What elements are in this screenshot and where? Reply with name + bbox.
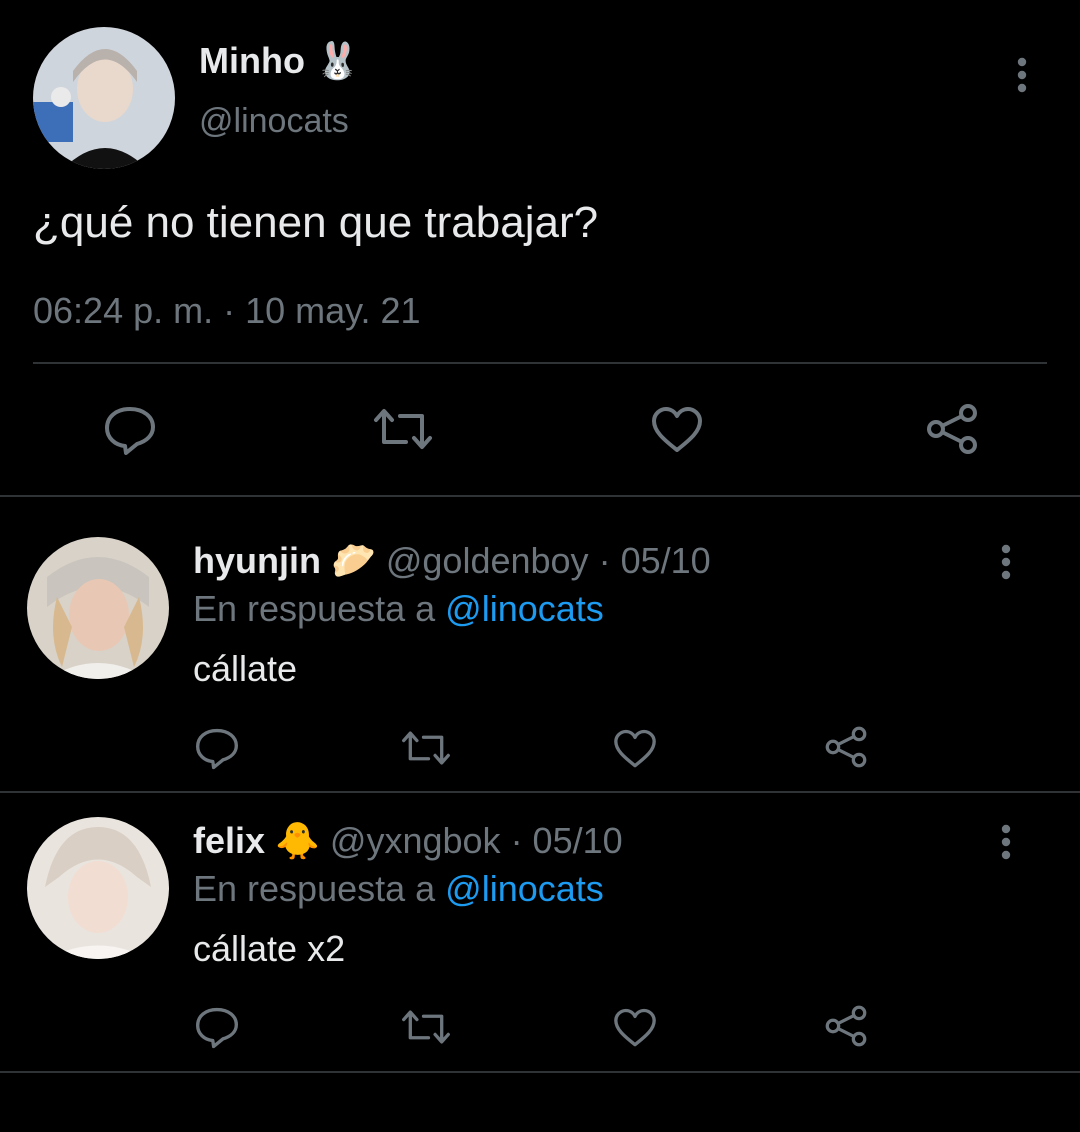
bunny-emoji: 🐰 bbox=[314, 40, 360, 81]
divider bbox=[33, 362, 1047, 364]
retweet-icon bbox=[402, 731, 450, 765]
more-options-button[interactable] bbox=[986, 542, 1026, 582]
like-icon bbox=[614, 1008, 656, 1047]
retweet-button[interactable] bbox=[400, 1008, 452, 1046]
reply-to-link[interactable]: @linocats bbox=[445, 588, 604, 629]
handle[interactable]: @yxngbok bbox=[330, 820, 501, 861]
divider bbox=[0, 1071, 1080, 1073]
reply-icon bbox=[105, 407, 155, 455]
retweet-icon bbox=[402, 1010, 450, 1044]
more-icon bbox=[1001, 824, 1011, 860]
reply-button[interactable] bbox=[104, 406, 156, 456]
like-button[interactable] bbox=[613, 729, 657, 769]
reply-prefix: En respuesta a bbox=[193, 868, 436, 909]
reply-context: En respuesta a @linocats bbox=[193, 588, 604, 630]
display-name-text[interactable]: Minho bbox=[199, 40, 305, 81]
avatar-felix[interactable] bbox=[27, 817, 169, 959]
reply-date[interactable]: · 05/10 bbox=[599, 540, 711, 581]
reply-header: felix 🐥 @yxngbok · 05/10 bbox=[193, 820, 623, 862]
handle[interactable]: @linocats bbox=[199, 102, 349, 141]
avatar-hyunjin[interactable] bbox=[27, 537, 169, 679]
reply-date[interactable]: · 05/10 bbox=[511, 820, 623, 861]
retweet-button[interactable] bbox=[400, 729, 452, 767]
tweet-text: ¿qué no tienen que trabajar? bbox=[33, 198, 599, 247]
display-name[interactable]: Minho 🐰 bbox=[199, 40, 360, 82]
like-button[interactable] bbox=[613, 1008, 657, 1048]
reply-text: cállate x2 bbox=[193, 928, 346, 969]
dumpling-emoji: 🥟 bbox=[331, 540, 376, 581]
chick-emoji: 🐥 bbox=[275, 820, 320, 861]
reply-to-link[interactable]: @linocats bbox=[445, 868, 604, 909]
more-icon bbox=[1001, 544, 1011, 580]
more-options-button[interactable] bbox=[986, 822, 1026, 862]
share-button[interactable] bbox=[823, 725, 869, 769]
reply-icon bbox=[196, 1007, 238, 1049]
like-icon bbox=[652, 407, 702, 452]
reply-text: cállate bbox=[193, 648, 298, 689]
reply-button[interactable] bbox=[195, 1007, 239, 1049]
reply-button[interactable] bbox=[195, 728, 239, 770]
avatar-minho[interactable] bbox=[33, 27, 175, 169]
share-icon bbox=[927, 404, 977, 454]
handle[interactable]: @goldenboy bbox=[386, 540, 589, 581]
divider bbox=[0, 495, 1080, 497]
share-icon bbox=[825, 1005, 867, 1047]
reply-icon bbox=[196, 728, 238, 770]
reply-context: En respuesta a @linocats bbox=[193, 868, 604, 910]
divider bbox=[0, 791, 1080, 793]
reply-header: hyunjin 🥟 @goldenboy · 05/10 bbox=[193, 540, 711, 582]
share-button[interactable] bbox=[823, 1004, 869, 1048]
like-icon bbox=[614, 729, 656, 768]
share-button[interactable] bbox=[924, 402, 980, 456]
more-options-button[interactable] bbox=[1002, 55, 1042, 95]
display-name[interactable]: hyunjin bbox=[193, 540, 321, 581]
display-name[interactable]: felix bbox=[193, 820, 265, 861]
retweet-button[interactable] bbox=[372, 406, 434, 452]
retweet-icon bbox=[374, 409, 432, 449]
tweet-timestamp[interactable]: 06:24 p. m. · 10 may. 21 bbox=[33, 290, 421, 332]
like-button[interactable] bbox=[651, 406, 703, 454]
share-icon bbox=[825, 726, 867, 768]
more-icon bbox=[1017, 57, 1027, 93]
reply-prefix: En respuesta a bbox=[193, 588, 436, 629]
